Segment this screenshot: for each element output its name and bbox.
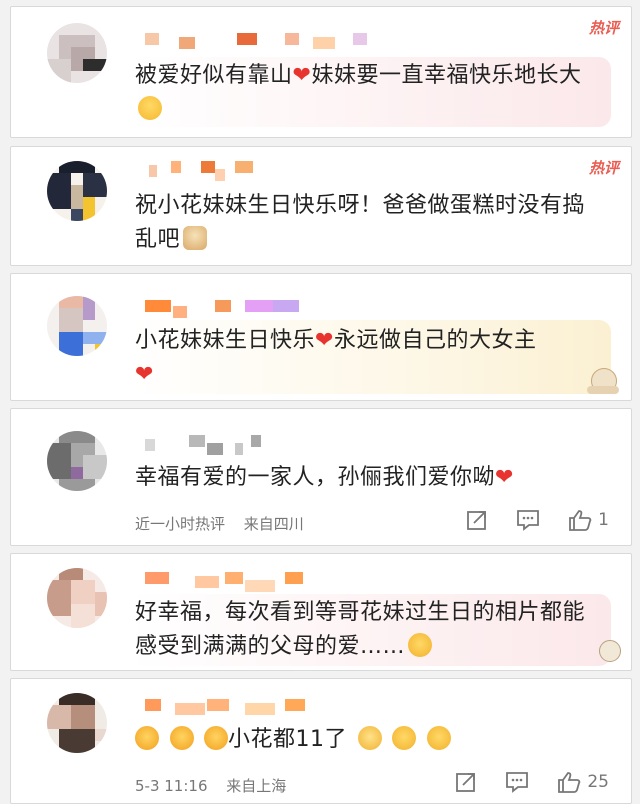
comment-meta: 5-3 11:16 来自上海 [135,775,300,796]
username[interactable] [135,572,335,592]
comment-icon [506,772,529,793]
comment-card: 小花都11了 5-3 11:16 来自上海 25 [10,678,632,804]
comment-time: 近一小时热评 [135,515,226,533]
share-button[interactable] [466,509,488,531]
comment-card: 小花妹妹生日快乐❤永远做自己的大女主 ❤ [10,273,632,401]
heart-icon: ❤ [315,328,334,353]
like-icon [558,772,581,793]
comment-time: 5-3 11:16 [135,777,208,795]
username[interactable] [135,699,335,715]
heart-icon: ❤ [135,362,154,387]
comment-actions: 1 [466,509,609,531]
comment-card: 幸福有爱的一家人，孙俪我们爱你呦❤ 近一小时热评 来自四川 1 [10,408,632,546]
username[interactable] [135,435,335,455]
sob-face-icon [426,726,451,750]
pleading-face-icon [138,96,162,120]
sob-face-icon [408,633,433,657]
comment-text: 小花都11了 [135,723,607,757]
comment-button[interactable] [516,509,540,531]
heart-icon: ❤ [292,63,312,88]
doge-icon [183,226,208,250]
like-count: 25 [587,772,609,792]
share-icon [456,773,476,792]
comment-meta: 近一小时热评 来自四川 [135,513,318,534]
share-icon [467,511,487,530]
comment-text: 小花妹妹生日快乐❤永远做自己的大女主 ❤ [135,328,537,387]
comment-actions: 25 [455,771,609,793]
avatar[interactable] [47,693,107,753]
avatar[interactable] [47,431,107,491]
comment-location: 来自四川 [243,515,304,533]
hot-comment-badge: 热评 [588,19,619,37]
avatar[interactable] [47,23,107,83]
share-button[interactable] [455,771,477,793]
comment-icon [517,510,540,531]
comment-card: 热评 祝小花妹妹生日快乐呀！爸爸做蛋糕时没有捣乱吧 [10,146,632,266]
avatar[interactable] [47,568,107,628]
avatar[interactable] [47,161,107,221]
username[interactable] [135,300,335,318]
comment-card: 热评 被爱好似有靠山❤妹妹要一直幸福快乐地长大 [10,6,632,138]
comment-text: 幸福有爱的一家人，孙俪我们爱你呦❤ [135,465,514,490]
like-button[interactable]: 1 [568,509,609,531]
heart-eyes-face-icon [204,726,228,750]
like-icon [569,510,592,531]
comment-text: 被爱好似有靠山❤妹妹要一直幸福快乐地长大 [135,59,607,127]
username[interactable] [135,161,335,181]
like-count: 1 [598,510,609,530]
comment-button[interactable] [505,771,529,793]
sob-face-icon [392,726,416,750]
like-button[interactable]: 25 [557,771,609,793]
comment-text: 好幸福，每次看到等哥花妹过生日的相片都能感受到满满的父母的爱…… [135,600,586,659]
avatar[interactable] [47,296,107,356]
comment-text: 祝小花妹妹生日快乐呀！爸爸做蛋糕时没有捣乱吧 [135,193,586,252]
username[interactable] [135,33,375,49]
hot-comment-badge: 热评 [588,159,619,177]
comment-card: 好幸福，每次看到等哥花妹过生日的相片都能感受到满满的父母的爱…… [10,553,632,671]
cartoon-sticker-icon [583,364,623,398]
comment-location: 来自上海 [226,777,287,795]
cartoon-sticker-icon [595,638,625,666]
heart-icon: ❤ [495,465,514,490]
heart-eyes-face-icon [169,726,194,750]
heart-eyes-face-icon [135,726,159,750]
sick-face-icon [357,726,382,750]
